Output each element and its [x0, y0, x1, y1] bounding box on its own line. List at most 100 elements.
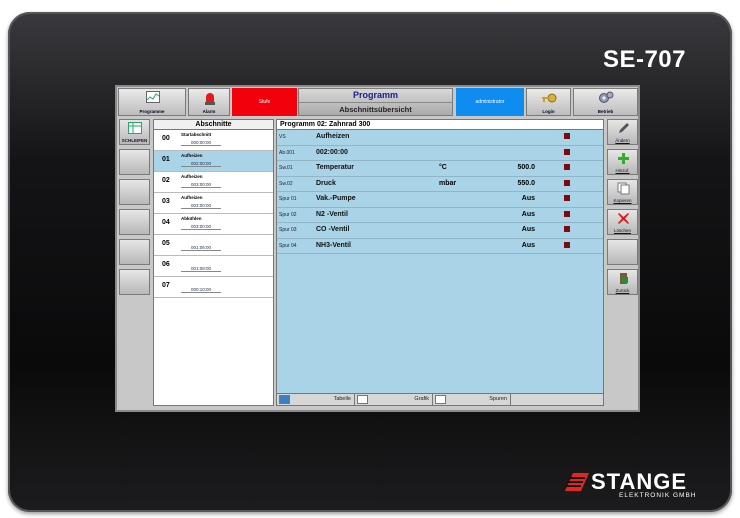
status-indicator: [564, 241, 570, 248]
tab-spuren-label: Spuren: [489, 396, 507, 402]
tab-spuren[interactable]: Spuren: [433, 394, 511, 405]
left-button-3[interactable]: [119, 179, 150, 205]
row-name: CO -Ventil: [316, 226, 350, 233]
section-number: 07: [162, 282, 170, 289]
page-title-box: Programm Abschnittsübersicht: [298, 88, 453, 116]
left-button-6[interactable]: [119, 269, 150, 295]
graph-icon: [357, 395, 368, 404]
section-row[interactable]: 00 Startabschnitt 000:00:00: [154, 130, 273, 151]
status-indicator: [564, 148, 570, 155]
hinzufugen-button[interactable]: Hinzuf.: [607, 149, 638, 175]
row-code: Sw.01: [279, 165, 293, 171]
row-name: Druck: [316, 179, 336, 187]
program-row[interactable]: Sw.02 Druck mbar 550.0: [277, 177, 603, 192]
zuruck-button[interactable]: Zurück: [607, 269, 638, 295]
tab-grafik-label: Grafik: [414, 396, 429, 402]
program-row[interactable]: Sw.01 Temperatur °C 500.0: [277, 161, 603, 177]
alarm-button[interactable]: Alarm: [188, 88, 230, 116]
brand-subtitle: ELEKTRONIK GMBH: [619, 492, 697, 499]
status-indicator: [564, 133, 570, 139]
loschen-button[interactable]: Löschen: [607, 209, 638, 235]
model-label: SE-707: [602, 46, 686, 73]
program-rows: VS Aufheizen Ab.001 002:00:00 Sw.01 Temperatu…: [277, 130, 603, 254]
row-code: Spur 03: [279, 227, 297, 233]
section-row[interactable]: 03 Aufheizen 003:00:00: [154, 193, 273, 214]
table-icon: [279, 395, 290, 404]
row-name: NH3-Ventil: [316, 241, 352, 249]
section-time: 002:00:00: [181, 161, 221, 167]
hinzufugen-label: Hinzuf.: [615, 168, 630, 173]
row-code: Spur 02: [279, 211, 297, 218]
section-row[interactable]: 01 Aufheizen 002:00:00: [154, 151, 273, 172]
program-row[interactable]: Spur 01 Vak.-Pumpe Aus: [277, 192, 603, 208]
programme-label: Programme: [139, 109, 165, 114]
tab-tabelle[interactable]: Tabelle: [277, 394, 355, 405]
program-header: Programm 02: Zahnrad 300: [277, 120, 603, 130]
section-number: 05: [162, 240, 170, 247]
program-row[interactable]: Ab.001 002:00:00: [277, 146, 603, 161]
section-time: 000:10:00: [181, 287, 221, 293]
delete-icon: [618, 213, 629, 224]
program-row[interactable]: Spur 04 NH3-Ventil Aus: [277, 239, 603, 254]
row-value: Aus: [521, 226, 535, 233]
section-number: 03: [162, 198, 170, 205]
copy-icon: [617, 182, 630, 195]
section-name: Abkühlen: [181, 216, 202, 221]
row-code: Sw.02: [279, 180, 293, 187]
tab-grafik[interactable]: Grafik: [355, 394, 433, 405]
alarm-light-icon: [205, 93, 215, 105]
row-code: Spur 01: [279, 196, 297, 202]
user-field: administrator: [456, 88, 524, 116]
right-button-empty[interactable]: [607, 239, 638, 265]
pencil-icon: [619, 123, 629, 133]
left-button-2[interactable]: [119, 149, 150, 175]
section-row[interactable]: 07 000:10:00: [154, 277, 273, 298]
view-tabbar: Tabelle Grafik Spuren: [277, 393, 603, 405]
login-button[interactable]: Login: [526, 88, 571, 116]
left-button-4[interactable]: [119, 209, 150, 235]
row-name: Temperatur: [316, 164, 354, 171]
section-row[interactable]: 06 001:08:00: [154, 256, 273, 277]
section-row[interactable]: 04 Abkühlen 003:00:00: [154, 214, 273, 235]
status-indicator: [564, 179, 570, 186]
brand-mark-icon: [565, 473, 589, 491]
tracks-icon: [435, 395, 446, 404]
andern-button[interactable]: Ändern: [607, 119, 638, 145]
plus-icon: [618, 153, 629, 164]
page-subtitle: Abschnittsübersicht: [299, 102, 452, 116]
gears-icon: [599, 91, 614, 103]
row-name: Aufheizen: [316, 133, 350, 140]
sections-list: Abschnitte 00 Startabschnitt 000:00:00 01 Au…: [153, 119, 274, 406]
section-row[interactable]: 05 001:06:00: [154, 235, 273, 256]
left-button-5[interactable]: [119, 239, 150, 265]
row-unit: °C: [439, 164, 447, 171]
alarm-label: Alarm: [202, 109, 216, 114]
section-name: Startabschnitt: [181, 132, 212, 137]
status-indicator: [564, 164, 570, 170]
loschen-label: Löschen: [613, 228, 631, 233]
login-label: Login: [542, 109, 555, 114]
program-row[interactable]: VS Aufheizen: [277, 130, 603, 146]
betrieb-button[interactable]: Betrieb: [573, 88, 638, 116]
section-name: Aufheizen: [181, 195, 203, 200]
chart-icon: [146, 91, 160, 103]
brand-logo: STANGE ELEKTRONIK GMBH: [561, 467, 706, 507]
program-panel: Programm 02: Zahnrad 300 VS Aufheizen Ab.0…: [276, 119, 604, 406]
row-value: Aus: [521, 195, 535, 202]
row-name: 002:00:00: [316, 148, 348, 156]
program-row[interactable]: Spur 02 N2 -Ventil Aus: [277, 208, 603, 223]
page-title: Programm: [352, 90, 398, 100]
sections-header: Abschnitte: [154, 120, 273, 130]
program-row[interactable]: Spur 03 CO -Ventil Aus: [277, 223, 603, 239]
schleifen-button[interactable]: SCHLEIFEN: [119, 119, 150, 145]
row-code: VS: [279, 134, 286, 140]
section-time: 003:00:00: [181, 182, 221, 188]
section-time: 003:00:00: [181, 203, 221, 209]
kopieren-button[interactable]: Kopieren: [607, 179, 638, 205]
section-time: 003:00:00: [181, 224, 221, 230]
programme-button[interactable]: Programme: [118, 88, 186, 116]
section-row[interactable]: 02 Aufheizen 003:00:00: [154, 172, 273, 193]
status-indicator: [564, 195, 570, 201]
row-unit: mbar: [439, 179, 457, 187]
key-icon: [542, 93, 557, 103]
